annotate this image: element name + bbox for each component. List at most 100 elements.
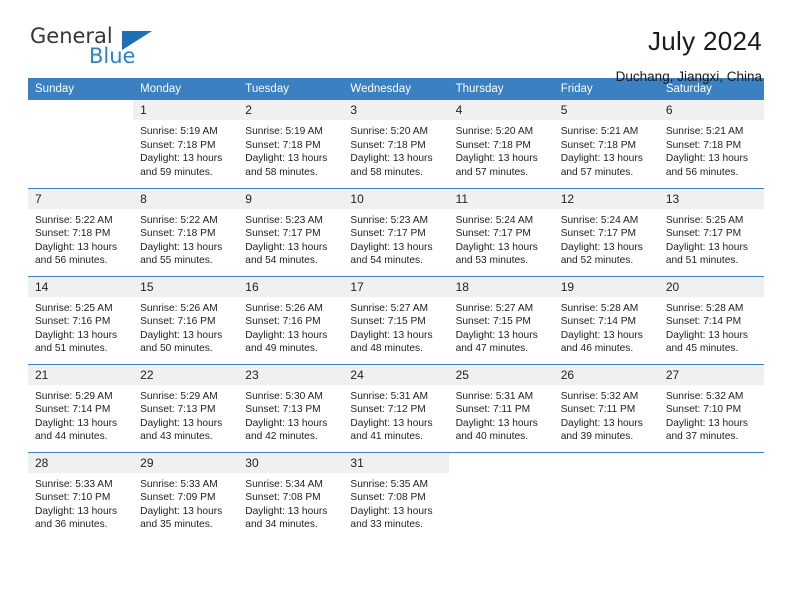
weekday-header-monday: Monday (133, 78, 239, 100)
daylight-line1-text: Daylight: 13 hours (560, 153, 643, 165)
calendar-day-cell[interactable]: 18 Sunrise: 5:27 AM Sunset: 7:15 PM Dayligh… (448, 275, 554, 364)
sunrise-text: Sunrise: 5:27 AM (455, 302, 534, 314)
calendar-day-cell[interactable]: 28 Sunrise: 5:33 AM Sunset: 7:10 PM Dayligh… (28, 451, 134, 540)
calendar-day-cell[interactable]: 2 Sunrise: 5:19 AM Sunset: 7:18 PM Daylight… (238, 100, 344, 188)
day-number: 30 (238, 452, 344, 473)
day-info: Sunrise: 5:20 AM Sunset: 7:18 PM Daylight:… (449, 120, 554, 179)
day-info: Sunrise: 5:28 AM Sunset: 7:14 PM Daylight:… (659, 297, 764, 356)
sunset-text: Sunset: 7:08 PM (350, 492, 426, 504)
calendar-day-cell-empty (448, 451, 554, 540)
sunset-text: Sunset: 7:18 PM (35, 228, 111, 240)
day-info: Sunrise: 5:29 AM Sunset: 7:13 PM Daylight:… (133, 385, 238, 444)
daylight-line1-text: Daylight: 13 hours (245, 417, 328, 429)
sunrise-text: Sunrise: 5:28 AM (665, 302, 744, 314)
calendar-day-cell[interactable]: 5 Sunrise: 5:21 AM Sunset: 7:18 PM Daylight… (553, 100, 659, 188)
calendar-day-cell[interactable]: 6 Sunrise: 5:21 AM Sunset: 7:18 PM Daylight… (658, 100, 764, 188)
daylight-line1-text: Daylight: 13 hours (455, 153, 538, 165)
day-info: Sunrise: 5:32 AM Sunset: 7:10 PM Daylight:… (659, 385, 764, 444)
calendar-day-cell[interactable]: 17 Sunrise: 5:27 AM Sunset: 7:15 PM Dayligh… (343, 275, 449, 364)
calendar-day-cell[interactable]: 4 Sunrise: 5:20 AM Sunset: 7:18 PM Daylight… (448, 100, 554, 188)
daylight-line1-text: Daylight: 13 hours (350, 417, 433, 429)
day-number (448, 452, 554, 473)
daylight-line1-text: Daylight: 13 hours (35, 417, 118, 429)
calendar-day-cell[interactable]: 30 Sunrise: 5:34 AM Sunset: 7:08 PM Dayligh… (238, 451, 344, 540)
day-info: Sunrise: 5:32 AM Sunset: 7:11 PM Daylight:… (554, 385, 659, 444)
daylight-line1-text: Daylight: 13 hours (35, 329, 118, 341)
daylight-line1-text: Daylight: 13 hours (560, 417, 643, 429)
weekday-header-sunday: Sunday (28, 78, 134, 100)
daylight-line2-text: and 58 minutes. (350, 166, 423, 178)
sunrise-text: Sunrise: 5:22 AM (140, 214, 218, 226)
sunrise-text: Sunrise: 5:32 AM (665, 390, 744, 402)
calendar-day-cell[interactable]: 1 Sunrise: 5:19 AM Sunset: 7:18 PM Daylight… (133, 100, 239, 188)
day-number: 8 (133, 188, 239, 209)
daylight-line2-text: and 40 minutes. (455, 431, 529, 443)
calendar-day-cell[interactable]: 15 Sunrise: 5:26 AM Sunset: 7:16 PM Dayligh… (133, 275, 239, 364)
daylight-line2-text: and 55 minutes. (140, 255, 213, 267)
day-info: Sunrise: 5:21 AM Sunset: 7:18 PM Daylight:… (554, 120, 659, 179)
calendar-day-cell-empty (28, 100, 134, 188)
calendar-day-cell[interactable]: 31 Sunrise: 5:35 AM Sunset: 7:08 PM Dayligh… (343, 451, 449, 540)
sunset-text: Sunset: 7:14 PM (35, 404, 111, 416)
sunset-text: Sunset: 7:15 PM (350, 316, 426, 328)
calendar-day-cell[interactable]: 19 Sunrise: 5:28 AM Sunset: 7:14 PM Dayligh… (553, 275, 659, 364)
calendar-day-cell[interactable]: 3 Sunrise: 5:20 AM Sunset: 7:18 PM Daylight… (343, 100, 449, 188)
daylight-line2-text: and 49 minutes. (245, 343, 318, 355)
weekday-header-wednesday: Wednesday (343, 78, 449, 100)
day-number: 3 (343, 100, 449, 120)
daylight-line1-text: Daylight: 13 hours (665, 329, 748, 341)
sunset-text: Sunset: 7:10 PM (35, 492, 111, 504)
day-info: Sunrise: 5:31 AM Sunset: 7:11 PM Daylight:… (449, 385, 554, 444)
calendar-day-cell[interactable]: 23 Sunrise: 5:30 AM Sunset: 7:13 PM Dayligh… (238, 363, 344, 452)
sunrise-text: Sunrise: 5:21 AM (560, 126, 639, 137)
calendar-day-cell[interactable]: 9 Sunrise: 5:23 AM Sunset: 7:17 PM Daylight… (238, 187, 344, 276)
daylight-line2-text: and 57 minutes. (455, 166, 529, 178)
day-number: 22 (133, 364, 239, 385)
day-info: Sunrise: 5:26 AM Sunset: 7:16 PM Daylight:… (133, 297, 238, 356)
sunset-text: Sunset: 7:08 PM (245, 492, 321, 504)
calendar-week-row: 21 Sunrise: 5:29 AM Sunset: 7:14 PM Dayligh… (28, 363, 764, 452)
calendar-day-cell[interactable]: 24 Sunrise: 5:31 AM Sunset: 7:12 PM Dayligh… (343, 363, 449, 452)
sunrise-text: Sunrise: 5:33 AM (35, 478, 113, 490)
calendar-day-cell[interactable]: 27 Sunrise: 5:32 AM Sunset: 7:10 PM Dayligh… (658, 363, 764, 452)
sunset-text: Sunset: 7:17 PM (455, 228, 531, 240)
calendar-day-cell[interactable]: 11 Sunrise: 5:24 AM Sunset: 7:17 PM Dayligh… (448, 187, 554, 276)
sunset-text: Sunset: 7:17 PM (350, 228, 426, 240)
calendar-day-cell[interactable]: 10 Sunrise: 5:23 AM Sunset: 7:17 PM Dayligh… (343, 187, 449, 276)
sunset-text: Sunset: 7:13 PM (140, 404, 216, 416)
day-number: 9 (238, 188, 344, 209)
sunrise-text: Sunrise: 5:26 AM (245, 302, 323, 314)
daylight-line2-text: and 47 minutes. (455, 343, 529, 355)
sunrise-text: Sunrise: 5:30 AM (245, 390, 323, 402)
day-info: Sunrise: 5:25 AM Sunset: 7:17 PM Daylight:… (659, 209, 764, 268)
calendar-day-cell[interactable]: 16 Sunrise: 5:26 AM Sunset: 7:16 PM Dayligh… (238, 275, 344, 364)
sunrise-text: Sunrise: 5:29 AM (140, 390, 218, 402)
calendar-day-cell[interactable]: 8 Sunrise: 5:22 AM Sunset: 7:18 PM Daylight… (133, 187, 239, 276)
daylight-line2-text: and 54 minutes. (245, 255, 318, 267)
sunrise-text: Sunrise: 5:31 AM (455, 390, 534, 402)
day-info: Sunrise: 5:26 AM Sunset: 7:16 PM Daylight:… (238, 297, 343, 356)
sunset-text: Sunset: 7:17 PM (245, 228, 321, 240)
day-info: Sunrise: 5:23 AM Sunset: 7:17 PM Daylight:… (343, 209, 448, 268)
general-blue-logo[interactable]: General Blue (28, 26, 198, 74)
day-number: 16 (238, 276, 344, 297)
calendar-day-cell[interactable]: 25 Sunrise: 5:31 AM Sunset: 7:11 PM Dayligh… (448, 363, 554, 452)
daylight-line1-text: Daylight: 13 hours (245, 505, 328, 517)
calendar-day-cell[interactable]: 29 Sunrise: 5:33 AM Sunset: 7:09 PM Dayligh… (133, 451, 239, 540)
logo-text-blue: Blue (89, 44, 136, 68)
sunrise-text: Sunrise: 5:20 AM (455, 126, 534, 137)
calendar-day-cell[interactable]: 12 Sunrise: 5:24 AM Sunset: 7:17 PM Dayligh… (553, 187, 659, 276)
calendar-day-cell[interactable]: 13 Sunrise: 5:25 AM Sunset: 7:17 PM Dayligh… (658, 187, 764, 276)
calendar-day-cell[interactable]: 21 Sunrise: 5:29 AM Sunset: 7:14 PM Dayligh… (28, 363, 134, 452)
calendar-day-cell[interactable]: 22 Sunrise: 5:29 AM Sunset: 7:13 PM Dayligh… (133, 363, 239, 452)
daylight-line2-text: and 39 minutes. (560, 431, 634, 443)
calendar-day-cell[interactable]: 26 Sunrise: 5:32 AM Sunset: 7:11 PM Dayligh… (553, 363, 659, 452)
day-number: 4 (448, 100, 554, 120)
calendar-day-cell[interactable]: 7 Sunrise: 5:22 AM Sunset: 7:18 PM Daylight… (28, 187, 134, 276)
sunset-text: Sunset: 7:18 PM (665, 139, 742, 151)
sunset-text: Sunset: 7:16 PM (245, 316, 321, 328)
calendar-day-cell[interactable]: 14 Sunrise: 5:25 AM Sunset: 7:16 PM Dayligh… (28, 275, 134, 364)
calendar-day-cell[interactable]: 20 Sunrise: 5:28 AM Sunset: 7:14 PM Dayligh… (658, 275, 764, 364)
day-number: 21 (28, 364, 134, 385)
sunset-text: Sunset: 7:18 PM (350, 139, 426, 151)
